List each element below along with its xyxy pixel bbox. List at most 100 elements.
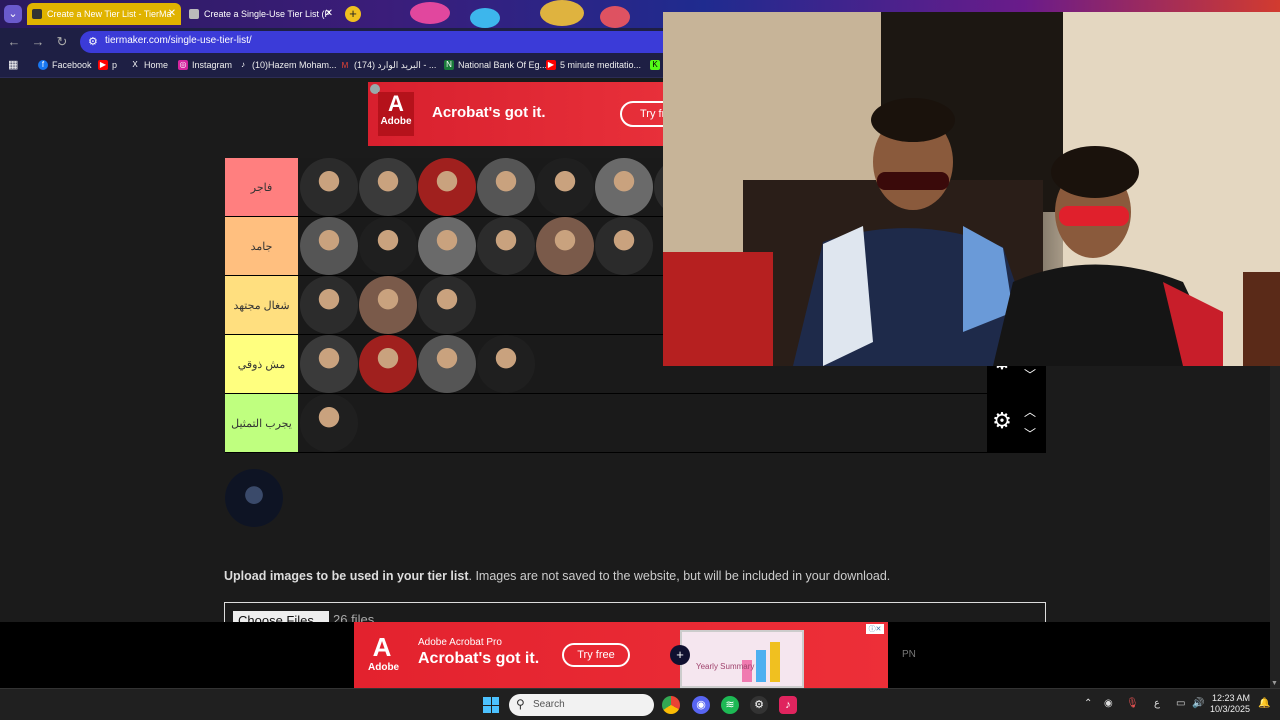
- windows-start-icon[interactable]: [483, 697, 499, 713]
- tier-item-avatar[interactable]: [418, 217, 476, 275]
- side-text: PN: [902, 649, 916, 660]
- tier-items: [300, 217, 653, 275]
- decor-blob: [600, 6, 630, 28]
- upload-instructions: Upload images to be used in your tier li…: [224, 569, 891, 583]
- ad-try-free-button[interactable]: Try free: [562, 643, 630, 667]
- tier-label[interactable]: فاجر: [225, 158, 298, 216]
- chevron-down-icon[interactable]: ﹀: [1023, 369, 1037, 381]
- tier-item-avatar[interactable]: [359, 217, 417, 275]
- bottom-ad-banner[interactable]: A Adobe Adobe Acrobat Pro Acrobat's got i…: [354, 622, 888, 688]
- adobe-logo-icon: A Adobe: [378, 92, 414, 136]
- tiktok-app-icon[interactable]: ♪: [779, 696, 797, 714]
- forward-icon[interactable]: →: [30, 34, 46, 50]
- new-tab-button[interactable]: +: [345, 6, 361, 22]
- ad-product-name: Adobe Acrobat Pro: [418, 637, 502, 648]
- reload-icon[interactable]: ↻: [54, 34, 70, 50]
- tray-overflow-icon[interactable]: ⌃: [1084, 698, 1092, 709]
- tier-item-avatar[interactable]: [359, 158, 417, 216]
- gmail-icon: M: [341, 60, 349, 70]
- chevron-up-icon[interactable]: ︿: [1023, 406, 1037, 418]
- webcam-overlay: [663, 12, 1280, 366]
- page-scrollbar[interactable]: ▼: [1270, 366, 1280, 688]
- tier-item-avatar[interactable]: [300, 394, 358, 452]
- decor-blob: [540, 0, 584, 26]
- tier-item-avatar[interactable]: [418, 276, 476, 334]
- bookmark-facebook[interactable]: f Facebook: [38, 60, 92, 70]
- tab-single-use-tier-list[interactable]: Create a Single-Use Tier List (P ✕: [184, 3, 338, 25]
- site-info-icon[interactable]: ⚙: [88, 35, 98, 48]
- tier-label[interactable]: شغال مجتهد: [225, 276, 298, 334]
- ad-plus-icon: +: [670, 645, 690, 665]
- tier-label[interactable]: مش ذوقي: [225, 335, 298, 393]
- tier-label[interactable]: يجرب التمثيل: [225, 394, 298, 452]
- volume-icon[interactable]: 🔊: [1192, 698, 1204, 709]
- discord-tray-icon[interactable]: ◉: [1104, 698, 1113, 709]
- apps-icon[interactable]: ▦: [8, 60, 18, 71]
- chevron-down-icon[interactable]: ﹀: [1023, 428, 1037, 440]
- adobe-logo-icon: A Adobe: [368, 632, 400, 673]
- taskbar-search-input[interactable]: ⚲ Search: [509, 694, 654, 716]
- webcam-scene: [663, 12, 1280, 366]
- tab-title: Create a New Tier List - TierMa: [47, 9, 172, 19]
- search-icon: ⚲: [516, 697, 525, 711]
- microphone-icon[interactable]: 🎙: [1126, 698, 1139, 709]
- decor-blob: [470, 8, 500, 28]
- bookmark-home[interactable]: X Home: [130, 60, 168, 70]
- tier-label[interactable]: جامد: [225, 217, 298, 275]
- kick-icon: K: [650, 60, 660, 70]
- tier-item-avatar[interactable]: [595, 217, 653, 275]
- spotify-icon[interactable]: ≋: [721, 696, 739, 714]
- url-input[interactable]: ⚙ tiermaker.com/single-use-tier-list/: [80, 31, 680, 53]
- gear-icon[interactable]: ⚙: [991, 410, 1013, 432]
- tier-item-avatar[interactable]: [418, 158, 476, 216]
- facebook-icon: f: [38, 60, 48, 70]
- discord-icon[interactable]: ◉: [692, 696, 710, 714]
- tiermaker-favicon-icon: [32, 9, 42, 19]
- tier-controls: ⚙ ︿ ﹀: [987, 394, 1046, 452]
- ad-close-icon[interactable]: ⓘ✕: [866, 624, 884, 634]
- chrome-icon[interactable]: [662, 696, 680, 714]
- image-bank: [225, 469, 283, 527]
- tab-create-new-tier-list[interactable]: Create a New Tier List - TierMa ✕: [27, 3, 181, 25]
- windows-taskbar: ⚲ Search ◉ ≋ ⚙ ♪ ⌃ ◉ 🎙 ع ▭ 🔊 12:23 AM 10…: [0, 688, 1280, 720]
- tier-items: [300, 276, 476, 334]
- scroll-down-icon[interactable]: ▼: [1271, 680, 1278, 687]
- tier-item-avatar[interactable]: [300, 276, 358, 334]
- back-icon[interactable]: ←: [6, 34, 22, 50]
- bank-item-avatar[interactable]: [225, 469, 283, 527]
- decor-blob: [410, 2, 450, 24]
- tiktok-icon: ♪: [241, 60, 245, 69]
- instagram-icon: ◎: [178, 60, 188, 70]
- tier-item-avatar[interactable]: [359, 335, 417, 393]
- tier-item-avatar[interactable]: [418, 335, 476, 393]
- tier-item-avatar[interactable]: [536, 217, 594, 275]
- tier-item-avatar[interactable]: [300, 158, 358, 216]
- top-ad-banner[interactable]: A Adobe Acrobat's got it. Try fre: [368, 82, 690, 146]
- bookmark-nbe[interactable]: N National Bank Of Eg...: [444, 60, 547, 70]
- tier-item-avatar[interactable]: [300, 217, 358, 275]
- tab-close-icon[interactable]: ✕: [168, 3, 176, 25]
- tier-item-avatar[interactable]: [477, 335, 535, 393]
- tier-item-avatar[interactable]: [536, 158, 594, 216]
- youtube-icon: ▶: [546, 60, 556, 70]
- taskbar-clock[interactable]: 12:23 AM 10/3/2025: [1210, 693, 1250, 715]
- notifications-icon[interactable]: 🔔: [1258, 698, 1270, 709]
- url-text: tiermaker.com/single-use-tier-list/: [105, 35, 252, 46]
- tier-item-avatar[interactable]: [300, 335, 358, 393]
- bookmark-tiktok[interactable]: ♪ (10)Hazem Moham...: [238, 60, 337, 70]
- bookmark-instagram[interactable]: ◎ Instagram: [178, 60, 232, 70]
- tier-item-avatar[interactable]: [595, 158, 653, 216]
- bookmark-p[interactable]: ▶ p: [98, 60, 117, 70]
- bookmark-kick[interactable]: K: [650, 60, 660, 70]
- tier-item-avatar[interactable]: [359, 276, 417, 334]
- bookmark-meditation[interactable]: ▶ 5 minute meditatio...: [546, 60, 641, 70]
- bookmark-gmail[interactable]: M (174) البريد الوارد - ...: [340, 60, 437, 71]
- tier-item-avatar[interactable]: [477, 217, 535, 275]
- language-indicator[interactable]: ع: [1154, 698, 1160, 709]
- tab-close-icon[interactable]: ✕: [325, 3, 333, 25]
- ad-product-screenshot: Yearly Summary: [680, 630, 804, 688]
- network-icon[interactable]: ▭: [1176, 698, 1185, 709]
- steam-icon[interactable]: ⚙: [750, 696, 768, 714]
- tier-item-avatar[interactable]: [477, 158, 535, 216]
- tab-search-button[interactable]: ⌄: [4, 5, 22, 23]
